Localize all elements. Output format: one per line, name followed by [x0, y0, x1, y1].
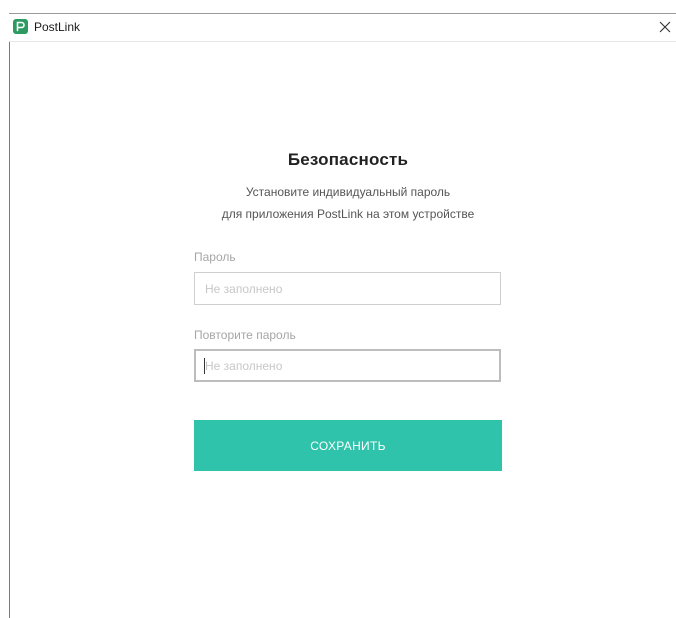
- repeat-password-field[interactable]: [194, 349, 501, 382]
- subtitle-line-2: для приложения PostLink на этом устройст…: [221, 207, 475, 221]
- page-title: Безопасность: [287, 150, 409, 169]
- password-label: Пароль: [194, 250, 236, 264]
- save-button[interactable]: СОХРАНИТЬ: [194, 420, 502, 471]
- repeat-password-label: Повторите пароль: [194, 328, 296, 342]
- password-field[interactable]: [194, 272, 501, 305]
- subtitle-line-1: Установите индивидуальный пароль: [245, 185, 451, 199]
- text-caret: [204, 358, 205, 374]
- security-form: Безопасность Установите индивидуальный п…: [0, 0, 676, 618]
- app-window: PostLink Безопасность Установите индивид…: [0, 0, 676, 618]
